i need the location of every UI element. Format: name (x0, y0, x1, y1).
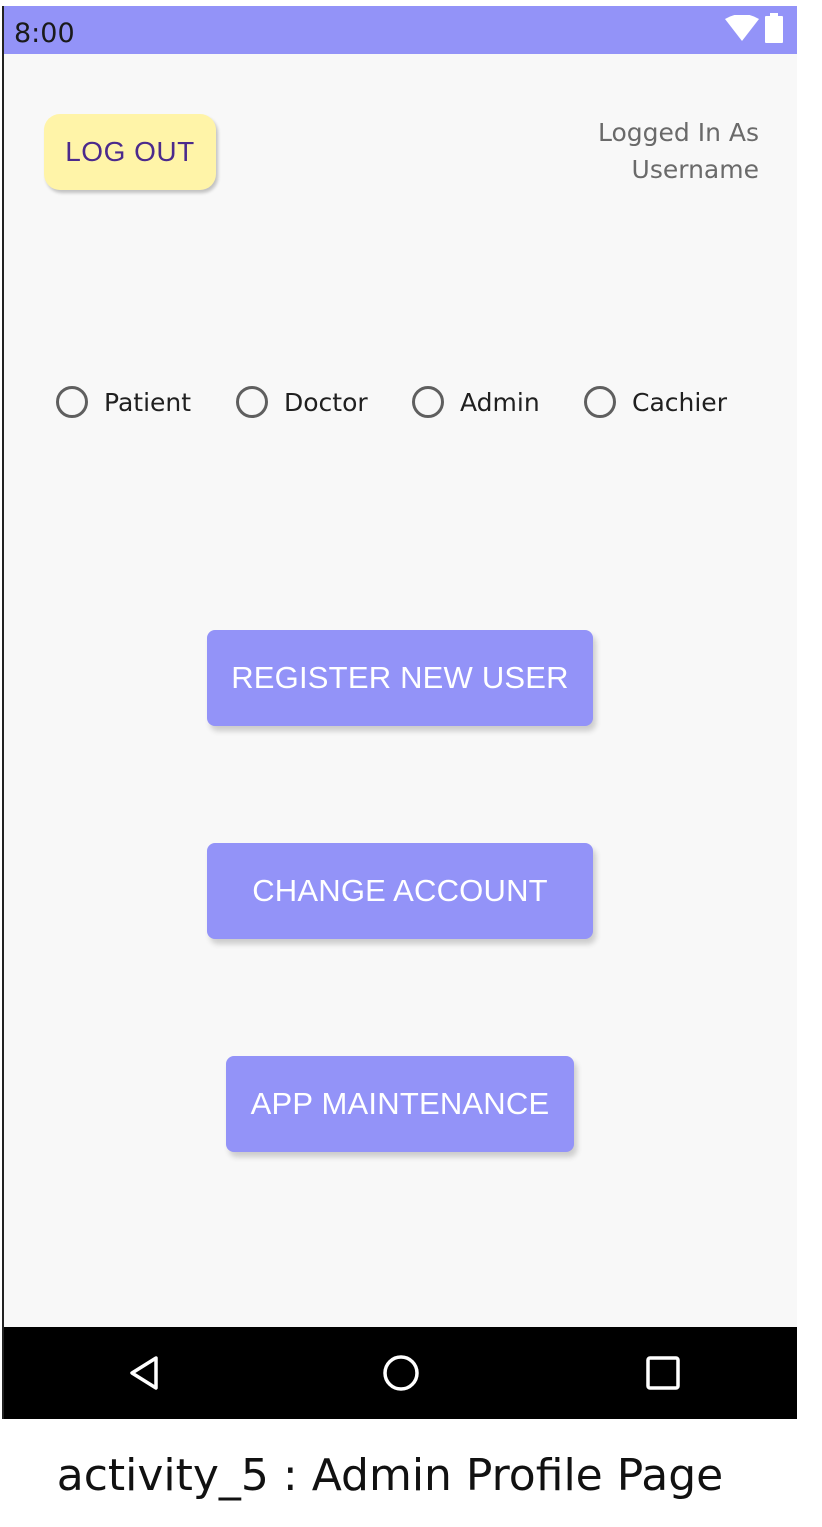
status-time: 8:00 (14, 18, 75, 49)
radio-label-admin: Admin (460, 387, 540, 417)
radio-doctor[interactable]: Doctor (236, 380, 368, 424)
status-bar: 8:00 (4, 6, 797, 54)
logged-in-label: Logged In As (597, 118, 759, 147)
radio-circle-icon[interactable] (56, 386, 88, 418)
logged-in-info: Logged In As Username (598, 114, 759, 188)
radio-circle-icon[interactable] (584, 386, 616, 418)
app-maintenance-button[interactable]: APP MAINTENANCE (226, 1056, 574, 1152)
page-caption: activity_5 : Admin Profile Page (56, 1450, 724, 1501)
battery-icon (765, 12, 783, 48)
radio-circle-icon[interactable] (412, 386, 444, 418)
page: 8:00 LOG OUT Logged In As Username Patie… (0, 0, 822, 1527)
status-icons (725, 12, 783, 48)
device-screen: 8:00 LOG OUT Logged In As Username Patie… (2, 6, 797, 1419)
register-new-user-button[interactable]: REGISTER NEW USER (207, 630, 593, 726)
logged-in-username: Username (631, 155, 759, 184)
radio-patient[interactable]: Patient (56, 380, 191, 424)
role-radio-group: Patient Doctor Admin Cachier (56, 380, 776, 424)
logout-button[interactable]: LOG OUT (44, 114, 216, 190)
radio-admin[interactable]: Admin (412, 380, 540, 424)
home-icon[interactable] (361, 1327, 441, 1419)
back-icon[interactable] (104, 1327, 184, 1419)
navigation-bar (4, 1327, 797, 1419)
radio-label-patient: Patient (104, 387, 192, 417)
recents-icon[interactable] (623, 1327, 703, 1419)
radio-label-cachier: Cachier (632, 387, 727, 417)
radio-label-doctor: Doctor (284, 387, 368, 417)
wifi-icon (725, 13, 759, 46)
radio-cachier[interactable]: Cachier (584, 380, 727, 424)
radio-circle-icon[interactable] (236, 386, 268, 418)
change-account-button[interactable]: CHANGE ACCOUNT (207, 843, 593, 939)
